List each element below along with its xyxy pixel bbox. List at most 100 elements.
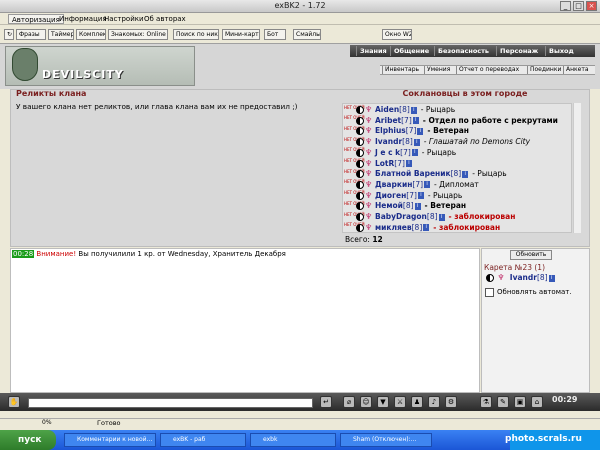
online-button[interactable]: Знакомых: Online - [108,29,168,40]
info-icon[interactable]: i [411,149,418,157]
info-icon[interactable]: i [414,202,421,210]
nav-character[interactable]: Персонаж [496,46,541,56]
info-icon[interactable]: i [423,224,430,232]
potion-icon[interactable]: ⚗ [480,396,492,408]
info-icon[interactable]: i [438,213,445,221]
ally-row[interactable]: НЕТ ОЧЕЙ♆ LotR[7] i [344,158,574,169]
maximize-icon[interactable]: □ [573,1,584,11]
location-user[interactable]: ♆ Ivandr[8] i [484,273,555,282]
ally-name[interactable]: Ivandr [375,137,402,146]
ally-status: - заблокирован [448,212,516,221]
house-icon[interactable]: ⌂ [531,396,543,408]
filter-icon[interactable]: ▼ [377,396,389,408]
nav-inventory[interactable]: Инвентарь [382,66,421,74]
kit-button[interactable]: Комплект [76,29,106,40]
info-icon[interactable]: i [417,192,424,200]
nav-skills[interactable]: Умения [424,66,452,74]
ally-name[interactable]: Aribet [375,116,401,125]
sound-icon[interactable]: ♪ [428,396,440,408]
clear-icon[interactable]: ⌀ [343,396,355,408]
ally-row[interactable]: НЕТ ОЧЕЙ♆ BabyDragon[8] i - заблокирован [344,212,574,222]
ally-name[interactable]: BabyDragon [375,212,427,221]
group-icon[interactable]: ♟ [411,396,423,408]
settings-icon[interactable]: ⚙ [445,396,457,408]
ally-level: [8] [426,212,438,221]
tag-icon: НЕТ ОЧЕЙ [344,222,365,228]
ally-name[interactable]: Дваркин [375,180,412,189]
nav-knowledge[interactable]: Знания [356,46,390,56]
timer-button[interactable]: Таймер [48,29,74,40]
bag-icon[interactable]: ▣ [514,396,526,408]
menu-settings[interactable]: Настройки [101,14,147,24]
bot-button[interactable]: Бот [264,29,286,40]
ally-row[interactable]: НЕТ ОЧЕЙ♆ Дваркин[7] i - Дипломат [344,180,574,190]
ally-name[interactable]: микляев [375,223,412,232]
ally-row[interactable]: НЕТ ОЧЕЙ♆ Ivandr[8] i - Глашатай по Demons … [344,137,574,147]
ally-name[interactable]: J e c k [375,148,400,157]
ally-row[interactable]: НЕТ ОЧЕЙ♆ Блатной Вареник[8] i - Рыцарь [344,169,574,179]
ally-row[interactable]: НЕТ ОЧЕЙ♆ Немой[8] i - Ветеран [344,201,574,211]
auto-refresh-checkbox[interactable] [485,288,494,297]
minimize-icon[interactable]: _ [560,1,571,11]
ally-row[interactable]: НЕТ ОЧЕЙ♆ Aribet[7] i - Отдел по работе с р… [344,115,574,126]
refresh-button[interactable]: Обновить [510,250,552,260]
nav-communication[interactable]: Общение [390,46,432,56]
ally-name[interactable]: Aiden [375,105,399,114]
smile-icon[interactable]: ☺ [360,396,372,408]
info-icon[interactable]: i [424,181,431,189]
send-icon[interactable]: ↵ [320,396,332,408]
tag-icon: НЕТ ОЧЕЙ [344,179,365,185]
chat-log [10,248,480,393]
smileys-button[interactable]: Смайлы [293,29,321,40]
ally-row[interactable]: НЕТ ОЧЕЙ♆ J e c k[7] i - Рыцарь [344,148,574,158]
watermark: photo.scrals.ru [505,434,582,444]
find-nick-button[interactable]: Поиск по нику [173,29,219,40]
info-icon[interactable]: i [413,138,420,146]
close-icon[interactable]: × [586,1,597,11]
info-icon[interactable]: i [417,127,424,135]
task-exbk-work[interactable]: exBK - раб [160,433,246,447]
allies-title: Соклановцы в этом городе [402,89,528,98]
chat-time[interactable]: 00:28 [12,250,35,258]
reload-icon[interactable]: ↻ [4,29,14,40]
load-percent: 0% [42,419,52,426]
phrases-button[interactable]: Фразы [16,29,46,40]
info-icon[interactable]: i [410,106,417,114]
ally-name[interactable]: Elphius [375,126,406,135]
nav-transfer-report[interactable]: Отчет о переводах [456,66,521,74]
location-user-name[interactable]: Ivandr [510,273,537,282]
alignment-icon [356,106,364,114]
minimap-button[interactable]: Мини-карта [222,29,260,40]
menu-about[interactable]: Об авторах [141,14,189,24]
ally-name[interactable]: LotR [375,159,394,168]
task-comments[interactable]: Комментарии к новой... [64,433,156,447]
chat-input[interactable] [28,398,313,408]
nav-profile[interactable]: Анкета [563,66,591,74]
start-button[interactable]: пуск [0,430,56,450]
ally-row[interactable]: НЕТ ОЧЕЙ♆ Диоген[7] i - Рыцарь [344,190,574,201]
task-sham[interactable]: Sham (Отключен):... [340,433,432,447]
ally-name[interactable]: Диоген [375,191,406,200]
clan-icon: ♆ [365,147,373,157]
ally-row[interactable]: НЕТ ОЧЕЙ♆ Elphius[7] i - Ветеран [344,126,574,136]
scroll-icon[interactable]: ✎ [497,396,509,408]
allies-scrollbar[interactable] [573,103,581,233]
nav-exit[interactable]: Выход [545,46,577,56]
info-icon[interactable]: i [548,274,555,282]
ally-name[interactable]: Немой [375,201,403,210]
clan-icon: ♆ [365,137,373,147]
window-w2-button[interactable]: Окно W2 [382,29,412,40]
paw-icon[interactable]: ✋ [8,396,20,408]
info-icon[interactable]: i [462,170,469,178]
location-user-level: [8] [536,273,548,282]
fight-icon[interactable]: ⚔ [394,396,406,408]
ally-name[interactable]: Блатной Вареник [375,169,451,178]
nav-security[interactable]: Безопасность [434,46,492,56]
alignment-icon [356,127,364,136]
ally-row[interactable]: НЕТ ОЧЕЙ♆ Aiden[8] i - Рыцарь [344,105,574,115]
info-icon[interactable]: i [412,117,419,125]
ally-row[interactable]: НЕТ ОЧЕЙ♆ микляев[8] i - заблокирован [344,222,574,233]
info-icon[interactable]: i [405,160,412,167]
task-exbk[interactable]: exbk [250,433,336,447]
nav-duels[interactable]: Поединки [527,66,563,74]
